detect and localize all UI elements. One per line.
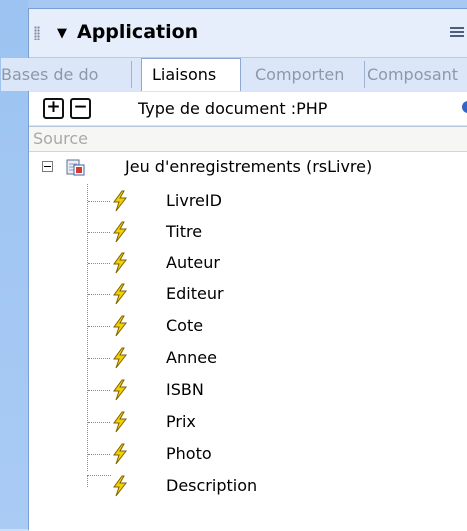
- options-menu-icon[interactable]: [450, 25, 464, 39]
- field-label: Photo: [166, 444, 212, 463]
- field-label: Titre: [166, 222, 203, 241]
- tab-comportements[interactable]: Comporten: [249, 61, 365, 88]
- recordset-label: Jeu d'enregistrements (rsLivre): [125, 157, 373, 176]
- lightning-bolt-icon: [113, 475, 128, 497]
- field-label: Auteur: [166, 253, 220, 272]
- add-binding-button[interactable]: +: [43, 98, 64, 119]
- field-row-description[interactable]: Description: [29, 471, 467, 501]
- lightning-bolt-icon: [113, 379, 128, 401]
- field-row-livreid[interactable]: LivreID: [29, 186, 467, 216]
- tab-composants[interactable]: Composant: [367, 61, 467, 88]
- tab-bar: Bases de do Liaisons Comporten Composant: [1, 58, 467, 91]
- lightning-bolt-icon: [113, 347, 128, 369]
- lightning-bolt-icon: [113, 443, 128, 465]
- lightning-bolt-icon: [113, 315, 128, 337]
- field-label: LivreID: [166, 191, 222, 210]
- field-label: ISBN: [166, 380, 204, 399]
- field-row-cote[interactable]: Cote: [29, 311, 467, 341]
- bindings-tree: Source Jeu d'enregistrements (rsLivre) L…: [29, 126, 467, 531]
- column-header-label: Source: [33, 129, 88, 148]
- remove-binding-button[interactable]: −: [70, 98, 91, 119]
- field-row-auteur[interactable]: Auteur: [29, 248, 467, 278]
- field-label: Cote: [166, 316, 204, 335]
- lightning-bolt-icon: [113, 221, 128, 243]
- application-panel: ▼ Application Bases de do Liaisons Compo…: [1, 8, 467, 531]
- collapse-triangle-icon[interactable]: ▼: [57, 26, 67, 41]
- field-row-photo[interactable]: Photo: [29, 439, 467, 469]
- field-row-editeur[interactable]: Editeur: [29, 279, 467, 309]
- lightning-bolt-icon: [113, 411, 128, 433]
- field-label: Editeur: [166, 284, 224, 303]
- source-column-header[interactable]: Source: [29, 127, 467, 152]
- field-label: Prix: [166, 412, 196, 431]
- field-row-prix[interactable]: Prix: [29, 407, 467, 437]
- window-frame-top: [0, 0, 467, 8]
- bindings-toolbar: + − Type de document :PHP: [29, 92, 467, 125]
- field-label: Annee: [166, 348, 217, 367]
- panel-header[interactable]: ▼ Application: [29, 9, 467, 58]
- field-row-isbn[interactable]: ISBN: [29, 375, 467, 405]
- recordset-node[interactable]: Jeu d'enregistrements (rsLivre): [29, 154, 467, 182]
- field-row-annee[interactable]: Annee: [29, 343, 467, 373]
- lightning-bolt-icon: [113, 252, 128, 274]
- lightning-bolt-icon: [113, 283, 128, 305]
- collapse-toggle-icon[interactable]: [42, 161, 53, 172]
- document-type-label: Type de document :PHP: [138, 99, 328, 118]
- lightning-bolt-icon: [113, 190, 128, 212]
- help-icon[interactable]: [462, 101, 467, 113]
- tab-liaisons[interactable]: Liaisons: [141, 58, 241, 91]
- field-row-titre[interactable]: Titre: [29, 217, 467, 247]
- panel-title[interactable]: Application: [77, 21, 198, 43]
- field-label: Description: [166, 476, 258, 495]
- recordset-icon: [66, 159, 85, 176]
- tab-bases-de-donnees[interactable]: Bases de do: [1, 61, 132, 88]
- grip-handle-icon[interactable]: [34, 26, 40, 40]
